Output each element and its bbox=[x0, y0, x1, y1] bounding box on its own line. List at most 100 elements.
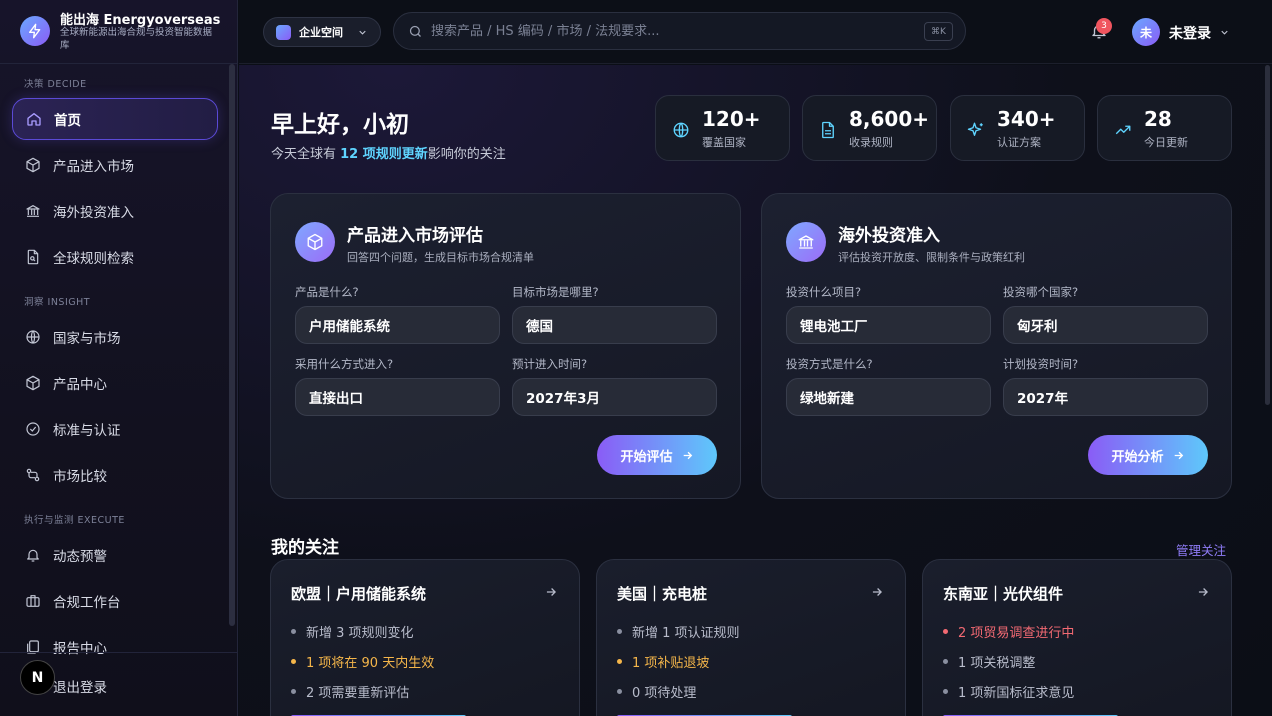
sparkle-icon bbox=[967, 122, 983, 136]
bullet-dot bbox=[291, 689, 296, 694]
watch-card-title: 美国｜充电桩 bbox=[617, 585, 708, 603]
search-input[interactable] bbox=[431, 23, 911, 39]
watch-item-text: 1 项将在 90 天内生效 bbox=[306, 656, 435, 671]
sidebar-item-countries[interactable]: 国家与市场 bbox=[12, 316, 218, 358]
entry-mode-field[interactable] bbox=[295, 378, 500, 416]
brand-subtitle: 全球新能源出海合规与投资智能数据库 bbox=[60, 27, 213, 51]
field-label-invest-mode: 投资方式是什么? bbox=[786, 357, 873, 371]
field-label-country: 投资哪个国家? bbox=[1003, 285, 1079, 299]
workspace-label: 企业空间 bbox=[299, 26, 343, 39]
investment-access-panel: 海外投资准入 评估投资开放度、限制条件与政策红利 投资什么项目? 投资哪个国家?… bbox=[761, 193, 1232, 499]
watch-item-text: 新增 3 项规则变化 bbox=[306, 626, 414, 641]
sidebar-item-alerts[interactable]: 动态预警 bbox=[12, 534, 218, 576]
sidebar-item-investment[interactable]: 海外投资准入 bbox=[12, 190, 218, 232]
bolt-icon bbox=[20, 16, 50, 46]
sidebar: 能出海 Energyoverseas 全球新能源出海合规与投资智能数据库 决策 … bbox=[0, 0, 238, 716]
sidebar-item-workbench[interactable]: 合规工作台 bbox=[12, 580, 218, 622]
bullet-dot bbox=[943, 629, 948, 634]
watch-card-us[interactable]: 美国｜充电桩 新增 1 项认证规则 1 项补贴退坡 0 项待处理 bbox=[596, 559, 906, 716]
bullet-dot bbox=[943, 689, 948, 694]
target-market-field[interactable] bbox=[512, 306, 717, 344]
compare-icon bbox=[26, 468, 40, 482]
chevron-down-icon[interactable] bbox=[1219, 27, 1230, 38]
sidebar-item-label: 首页 bbox=[54, 113, 81, 129]
watch-item: 新增 3 项规则变化 bbox=[291, 622, 414, 641]
sidebar-scrollbar[interactable] bbox=[229, 64, 235, 626]
dev-badge[interactable]: N bbox=[20, 660, 55, 695]
watch-card-sea[interactable]: 东南亚｜光伏组件 2 项贸易调查进行中 1 项关税调整 1 项新国标征求意见 bbox=[922, 559, 1232, 716]
nav-section-execute: 执行与监测 EXECUTE bbox=[24, 515, 125, 526]
main-scrollbar[interactable] bbox=[1265, 65, 1270, 405]
chevron-down-icon bbox=[359, 30, 366, 35]
bullet-dot bbox=[617, 629, 622, 634]
bullet-dot bbox=[617, 689, 622, 694]
field-label-invest-time: 计划投资时间? bbox=[1003, 357, 1079, 371]
sidebar-item-products[interactable]: 产品中心 bbox=[12, 362, 218, 404]
watch-card-eu[interactable]: 欧盟｜户用储能系统 新增 3 项规则变化 1 项将在 90 天内生效 2 项需要… bbox=[270, 559, 580, 716]
start-assessment-button[interactable]: 开始评估 bbox=[597, 435, 717, 475]
avatar[interactable]: 未 bbox=[1132, 18, 1160, 46]
nav-section-decide: 决策 DECIDE bbox=[24, 79, 87, 90]
watch-item: 1 项关税调整 bbox=[943, 652, 1035, 671]
entry-time-field[interactable] bbox=[512, 378, 717, 416]
box-icon bbox=[26, 375, 40, 391]
greeting-prefix: 今天全球有 bbox=[271, 147, 341, 162]
sidebar-item-home[interactable]: 首页 bbox=[12, 98, 218, 140]
watch-item-text: 新增 1 项认证规则 bbox=[632, 626, 740, 641]
arrow-right-icon[interactable] bbox=[544, 585, 558, 599]
field-label-entry-time: 预计进入时间? bbox=[512, 357, 588, 371]
stat-updates: 28 今日更新 bbox=[1097, 95, 1232, 161]
sidebar-scroll-thumb[interactable] bbox=[229, 64, 235, 626]
manage-watchlist-link[interactable]: 管理关注 bbox=[1176, 540, 1226, 559]
globe-icon bbox=[673, 122, 689, 138]
watch-item-text: 1 项新国标征求意见 bbox=[958, 686, 1075, 701]
trend-up-icon bbox=[1115, 125, 1131, 135]
watch-item-text: 2 项需要重新评估 bbox=[306, 686, 410, 701]
user-name[interactable]: 未登录 bbox=[1169, 23, 1211, 43]
field-label-entry-mode: 采用什么方式进入? bbox=[295, 357, 394, 371]
topbar: 企业空间 ⌘K 3 未 未登录 bbox=[239, 0, 1272, 64]
watch-item: 1 项新国标征求意见 bbox=[943, 682, 1074, 701]
field-label-market: 目标市场是哪里? bbox=[512, 285, 599, 299]
sidebar-item-label: 海外投资准入 bbox=[53, 205, 134, 221]
stat-label: 覆盖国家 bbox=[702, 136, 746, 149]
workspace-switcher[interactable]: 企业空间 bbox=[263, 17, 381, 47]
product-field[interactable] bbox=[295, 306, 500, 344]
sidebar-item-label: 产品中心 bbox=[53, 377, 107, 393]
panel-subtitle: 评估投资开放度、限制条件与政策红利 bbox=[838, 251, 1025, 264]
panel-subtitle: 回答四个问题，生成目标市场合规清单 bbox=[347, 251, 534, 264]
sidebar-item-label: 国家与市场 bbox=[53, 331, 121, 347]
watch-card-title: 东南亚｜光伏组件 bbox=[943, 585, 1064, 603]
box-icon bbox=[26, 157, 40, 173]
watch-item-text: 0 项待处理 bbox=[632, 686, 697, 701]
briefcase-icon bbox=[26, 595, 40, 607]
arrow-right-icon[interactable] bbox=[870, 585, 884, 599]
greeting-title: 早上好，小初 bbox=[271, 112, 409, 138]
arrow-right-icon[interactable] bbox=[1196, 585, 1210, 599]
greeting-highlight[interactable]: 12 项规则更新 bbox=[340, 147, 428, 162]
button-label: 开始评估 bbox=[620, 449, 673, 465]
logout-button[interactable]: 退出登录 bbox=[53, 676, 107, 696]
sidebar-item-standards[interactable]: 标准与认证 bbox=[12, 408, 218, 450]
stat-label: 认证方案 bbox=[997, 136, 1041, 149]
field-label-project: 投资什么项目? bbox=[786, 285, 862, 299]
invest-mode-field[interactable] bbox=[786, 378, 991, 416]
start-analysis-button[interactable]: 开始分析 bbox=[1088, 435, 1208, 475]
project-field[interactable] bbox=[786, 306, 991, 344]
watch-item-text: 1 项补贴退坡 bbox=[632, 656, 710, 671]
product-market-panel: 产品进入市场评估 回答四个问题，生成目标市场合规清单 产品是什么? 目标市场是哪… bbox=[270, 193, 741, 499]
stat-label: 今日更新 bbox=[1144, 136, 1188, 149]
sidebar-item-product-market[interactable]: 产品进入市场 bbox=[12, 144, 218, 186]
stat-value: 340+ bbox=[997, 107, 1056, 131]
sidebar-item-compare[interactable]: 市场比较 bbox=[12, 454, 218, 496]
sidebar-item-label: 全球规则检索 bbox=[53, 251, 134, 267]
search-bar[interactable]: ⌘K bbox=[393, 12, 966, 50]
country-field[interactable] bbox=[1003, 306, 1208, 344]
brand[interactable]: 能出海 Energyoverseas 全球新能源出海合规与投资智能数据库 bbox=[0, 0, 238, 64]
panel-title: 海外投资准入 bbox=[838, 226, 940, 246]
watch-item: 1 项将在 90 天内生效 bbox=[291, 652, 434, 671]
sidebar-item-rule-search[interactable]: 全球规则检索 bbox=[12, 236, 218, 278]
bullet-dot bbox=[617, 659, 622, 664]
watch-item: 2 项需要重新评估 bbox=[291, 682, 409, 701]
invest-time-field[interactable] bbox=[1003, 378, 1208, 416]
